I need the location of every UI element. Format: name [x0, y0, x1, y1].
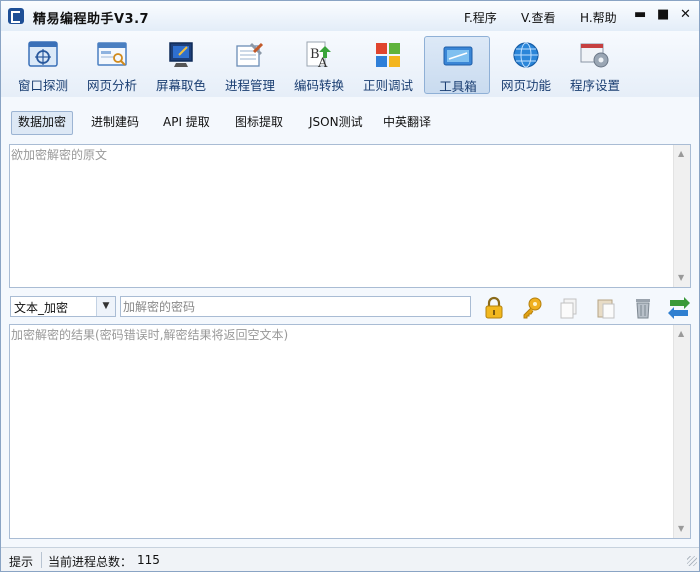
status-divider	[41, 552, 42, 568]
password-input[interactable]	[121, 297, 465, 316]
tool-encoding-convert[interactable]: B A 编码转换	[286, 36, 352, 94]
tool-settings[interactable]: 程序设置	[562, 36, 628, 94]
web-globe-icon	[513, 42, 539, 68]
webpage-analysis-icon	[97, 42, 127, 66]
tab-data-encrypt[interactable]: 数据加密	[11, 111, 74, 135]
menu-help[interactable]: H.帮助	[580, 9, 617, 26]
app-logo-icon	[8, 8, 24, 24]
scroll-down-icon[interactable]: ▼	[678, 525, 684, 533]
key-icon[interactable]	[520, 296, 544, 320]
result-scrollbar[interactable]: ▲ ▼	[673, 325, 690, 538]
main-toolbar: 窗口探测 网页分析 屏幕取色 进程管理 B A 编码转换 正则调试 工具箱 网页…	[1, 31, 699, 98]
tool-toolbox[interactable]: 工具箱	[424, 36, 490, 94]
scroll-down-icon[interactable]: ▼	[678, 274, 684, 282]
tool-window-probe[interactable]: 窗口探测	[10, 36, 76, 94]
tab-bar: 数据加密 进制建码 API 提取 图标提取 JSON测试 中英翻译	[1, 97, 699, 143]
tab-api-extract[interactable]: API 提取	[157, 111, 216, 133]
result-text-placeholder: 加密解密的结果(密码错误时,解密结果将返回空文本)	[11, 328, 289, 342]
copy-icon[interactable]	[557, 296, 581, 320]
lock-icon[interactable]	[482, 296, 506, 320]
process-count-value: 115	[137, 553, 160, 567]
minimize-button[interactable]: ▬	[634, 8, 646, 22]
process-manager-icon	[236, 42, 264, 67]
chevron-down-icon[interactable]: ▼	[96, 297, 115, 316]
source-scrollbar[interactable]: ▲ ▼	[673, 145, 690, 287]
tool-label: 窗口探测	[17, 78, 68, 93]
tool-regex-debug[interactable]: 正则调试	[355, 36, 421, 94]
svg-text:A: A	[317, 56, 328, 70]
process-count-label: 当前进程总数：	[48, 555, 133, 569]
tool-label: 网页功能	[500, 78, 551, 93]
title-bar: 精易编程助手V3.7 F.程序 V.查看 H.帮助 ▬ ■ ✕	[1, 1, 699, 31]
maximize-button[interactable]: ■	[657, 8, 669, 22]
swap-icon[interactable]	[667, 296, 691, 320]
scroll-up-icon[interactable]: ▲	[678, 150, 684, 158]
tool-label: 程序设置	[569, 78, 620, 93]
trash-icon[interactable]	[631, 296, 655, 320]
status-hint: 提示	[9, 555, 34, 569]
scroll-up-icon[interactable]: ▲	[678, 330, 684, 338]
tool-webpage-analysis[interactable]: 网页分析	[79, 36, 145, 94]
tool-label: 工具箱	[439, 79, 477, 94]
source-text-placeholder: 欲加密解密的原文	[11, 148, 108, 162]
source-text-area[interactable]: 欲加密解密的原文 ▲ ▼	[9, 144, 691, 288]
app-window: 精易编程助手V3.7 F.程序 V.查看 H.帮助 ▬ ■ ✕ 窗口探测 网页分…	[0, 0, 700, 572]
tool-label: 编码转换	[293, 78, 344, 93]
tool-web-functions[interactable]: 网页功能	[493, 36, 559, 94]
color-picker-icon	[169, 42, 193, 67]
tool-label: 网页分析	[86, 78, 137, 93]
settings-icon	[580, 43, 609, 68]
tool-label: 正则调试	[362, 78, 413, 93]
password-field[interactable]	[120, 296, 471, 317]
tool-label: 进程管理	[224, 78, 275, 93]
tool-label: 屏幕取色	[155, 78, 206, 93]
tab-translate[interactable]: 中英翻译	[377, 111, 437, 133]
toolbox-icon	[443, 46, 473, 66]
mode-select-value: 文本_加密	[14, 301, 69, 315]
app-title: 精易编程助手V3.7	[33, 12, 150, 27]
result-text-area[interactable]: 加密解密的结果(密码错误时,解密结果将返回空文本) ▲ ▼	[9, 324, 691, 539]
tab-icon-extract[interactable]: 图标提取	[229, 111, 289, 133]
tab-base-convert[interactable]: 进制建码	[85, 111, 145, 133]
menu-view[interactable]: V.查看	[521, 9, 555, 26]
resize-grip-icon[interactable]	[687, 556, 697, 566]
status-bar: 提示 当前进程总数： 115	[1, 547, 699, 571]
window-probe-icon	[28, 41, 58, 67]
menu-program[interactable]: F.程序	[464, 9, 497, 26]
regex-debug-icon	[376, 43, 400, 67]
paste-icon[interactable]	[594, 296, 618, 320]
close-button[interactable]: ✕	[680, 8, 691, 22]
tool-process-manager[interactable]: 进程管理	[217, 36, 283, 94]
mode-select[interactable]: 文本_加密 ▼	[10, 296, 116, 317]
tab-json-test[interactable]: JSON测试	[303, 111, 369, 133]
encoding-convert-icon: B A	[306, 41, 331, 70]
tool-color-picker[interactable]: 屏幕取色	[148, 36, 214, 94]
